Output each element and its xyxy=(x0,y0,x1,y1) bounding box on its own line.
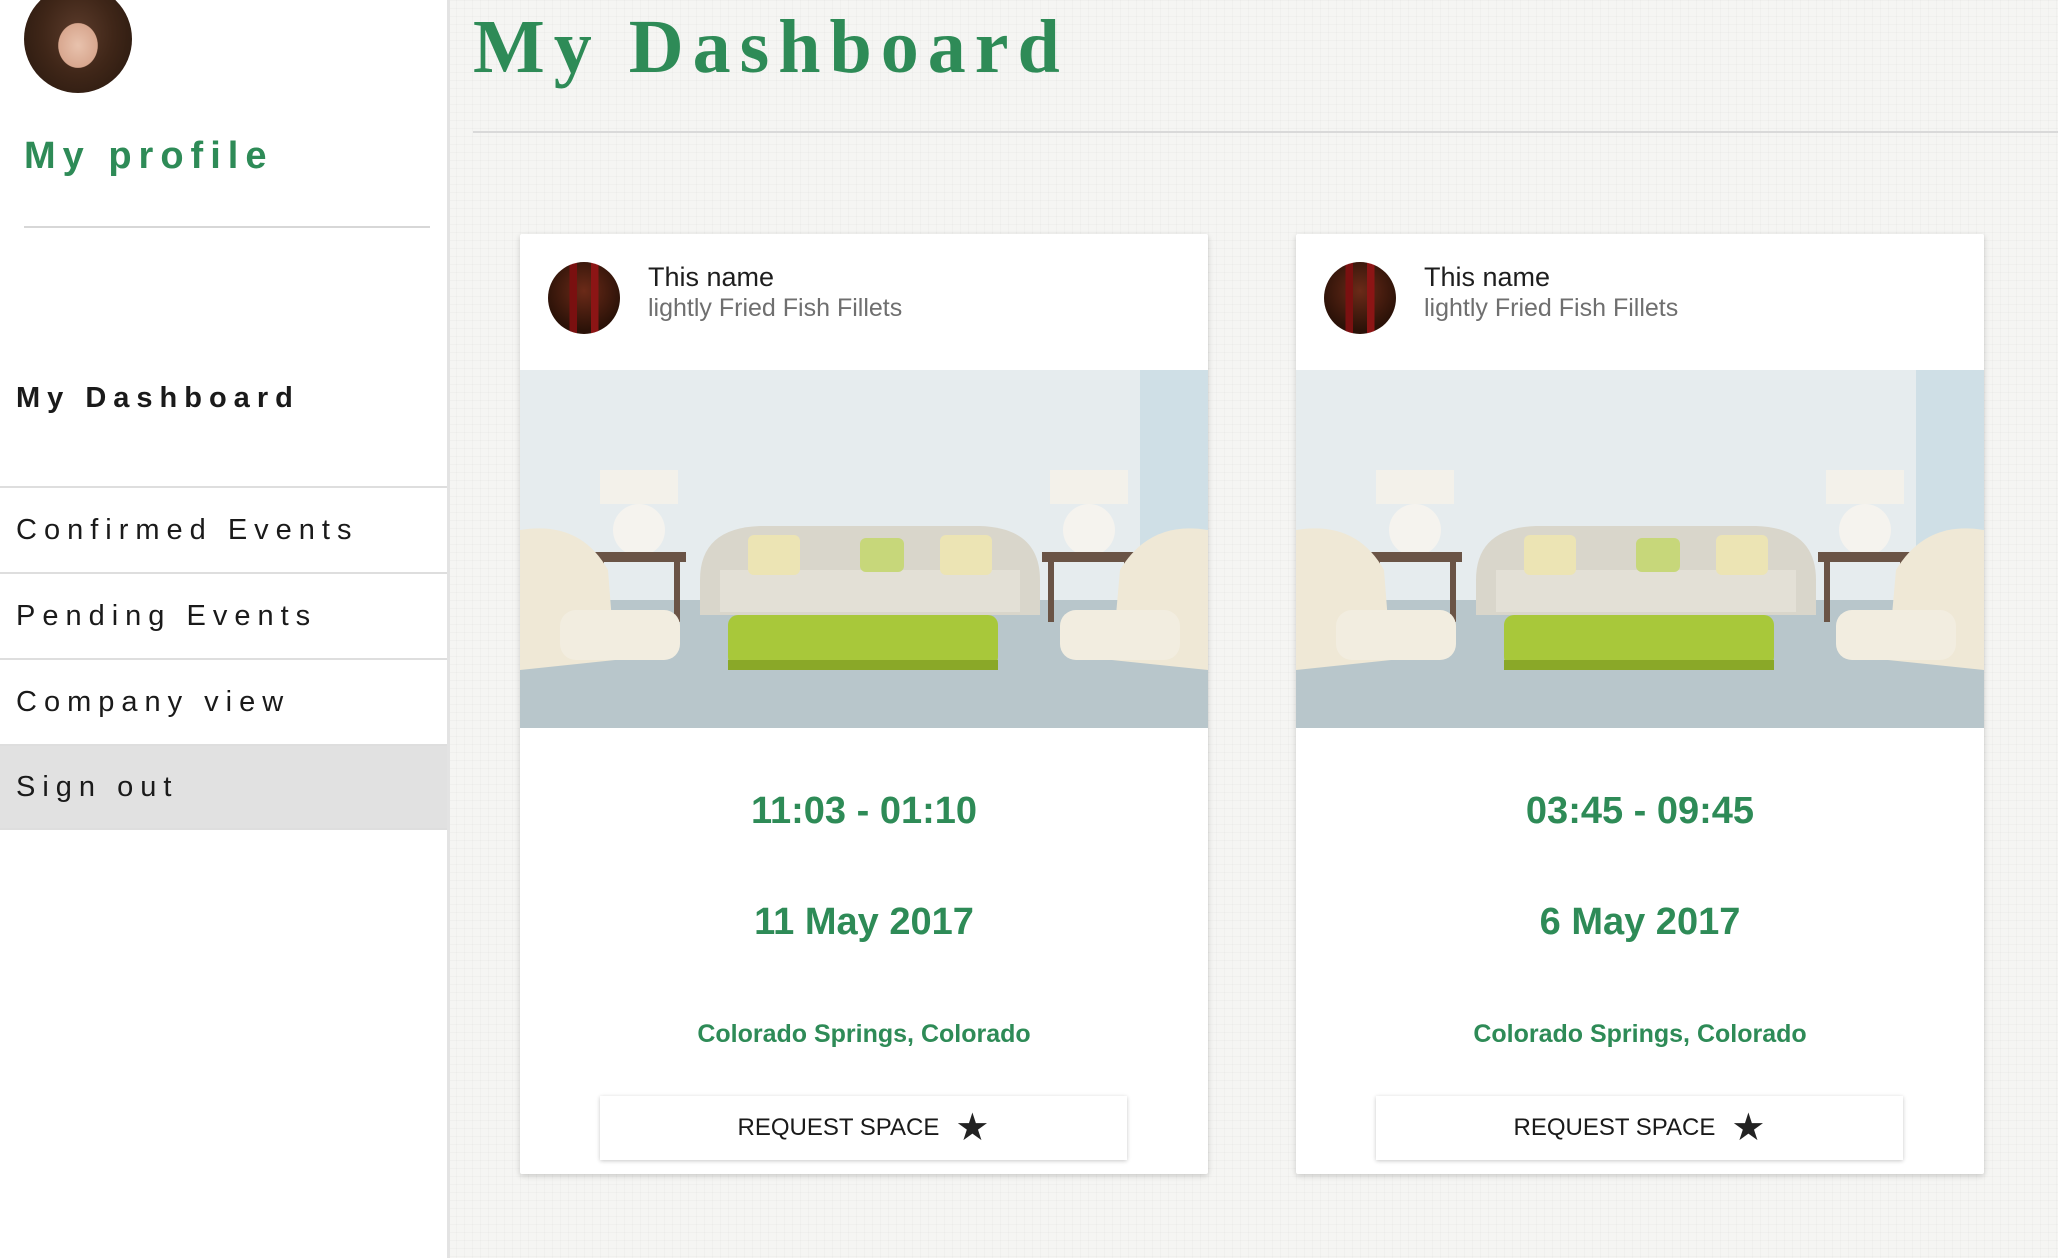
request-space-button[interactable]: REQUEST SPACE ★ xyxy=(1376,1096,1903,1160)
card-title: This name xyxy=(648,262,775,292)
card-avatar xyxy=(548,262,620,334)
event-time: 03:45 - 09:45 xyxy=(1525,790,1755,832)
card-avatar xyxy=(1324,262,1396,334)
event-date: 6 May 2017 xyxy=(1539,901,1741,943)
sidebar: My profile My Dashboard Confirmed Events… xyxy=(0,0,450,1258)
request-space-label: REQUEST SPACE xyxy=(737,1114,940,1141)
profile-divider xyxy=(24,226,430,228)
card-header: This name lightly Fried Fish Fillets xyxy=(520,234,1208,370)
star-icon: ★ xyxy=(955,1107,990,1149)
event-date: 11 May 2017 xyxy=(754,901,974,943)
event-card: This name lightly Fried Fish Fillets xyxy=(1296,234,1984,1174)
request-space-label: REQUEST SPACE xyxy=(1513,1114,1716,1141)
nav-item-company-view[interactable]: Company view xyxy=(0,658,447,744)
nav-item-pending-events[interactable]: Pending Events xyxy=(0,572,447,658)
title-divider xyxy=(473,131,2058,133)
profile-avatar[interactable] xyxy=(24,0,132,93)
card-subtitle: lightly Fried Fish Fillets xyxy=(1424,294,1679,322)
event-location: Colorado Springs, Colorado xyxy=(1473,1020,1807,1048)
nav-item-my-dashboard[interactable]: My Dashboard xyxy=(16,382,300,415)
card-subtitle: lightly Fried Fish Fillets xyxy=(648,294,903,322)
nav-item-confirmed-events[interactable]: Confirmed Events xyxy=(0,486,447,572)
page-title: My Dashboard xyxy=(473,5,1069,89)
sidebar-nav: Confirmed Events Pending Events Company … xyxy=(0,486,447,830)
nav-item-sign-out[interactable]: Sign out xyxy=(0,744,447,830)
event-card: This name lightly Fried Fish Fillets xyxy=(520,234,1208,1174)
venue-image xyxy=(1296,370,1984,728)
star-icon: ★ xyxy=(1731,1107,1766,1149)
card-title: This name xyxy=(1424,262,1551,292)
request-space-button[interactable]: REQUEST SPACE ★ xyxy=(600,1096,1127,1160)
venue-image xyxy=(520,370,1208,728)
profile-title[interactable]: My profile xyxy=(24,135,273,178)
event-time: 11:03 - 01:10 xyxy=(750,790,978,832)
card-header: This name lightly Fried Fish Fillets xyxy=(1296,234,1984,370)
event-location: Colorado Springs, Colorado xyxy=(697,1020,1031,1048)
